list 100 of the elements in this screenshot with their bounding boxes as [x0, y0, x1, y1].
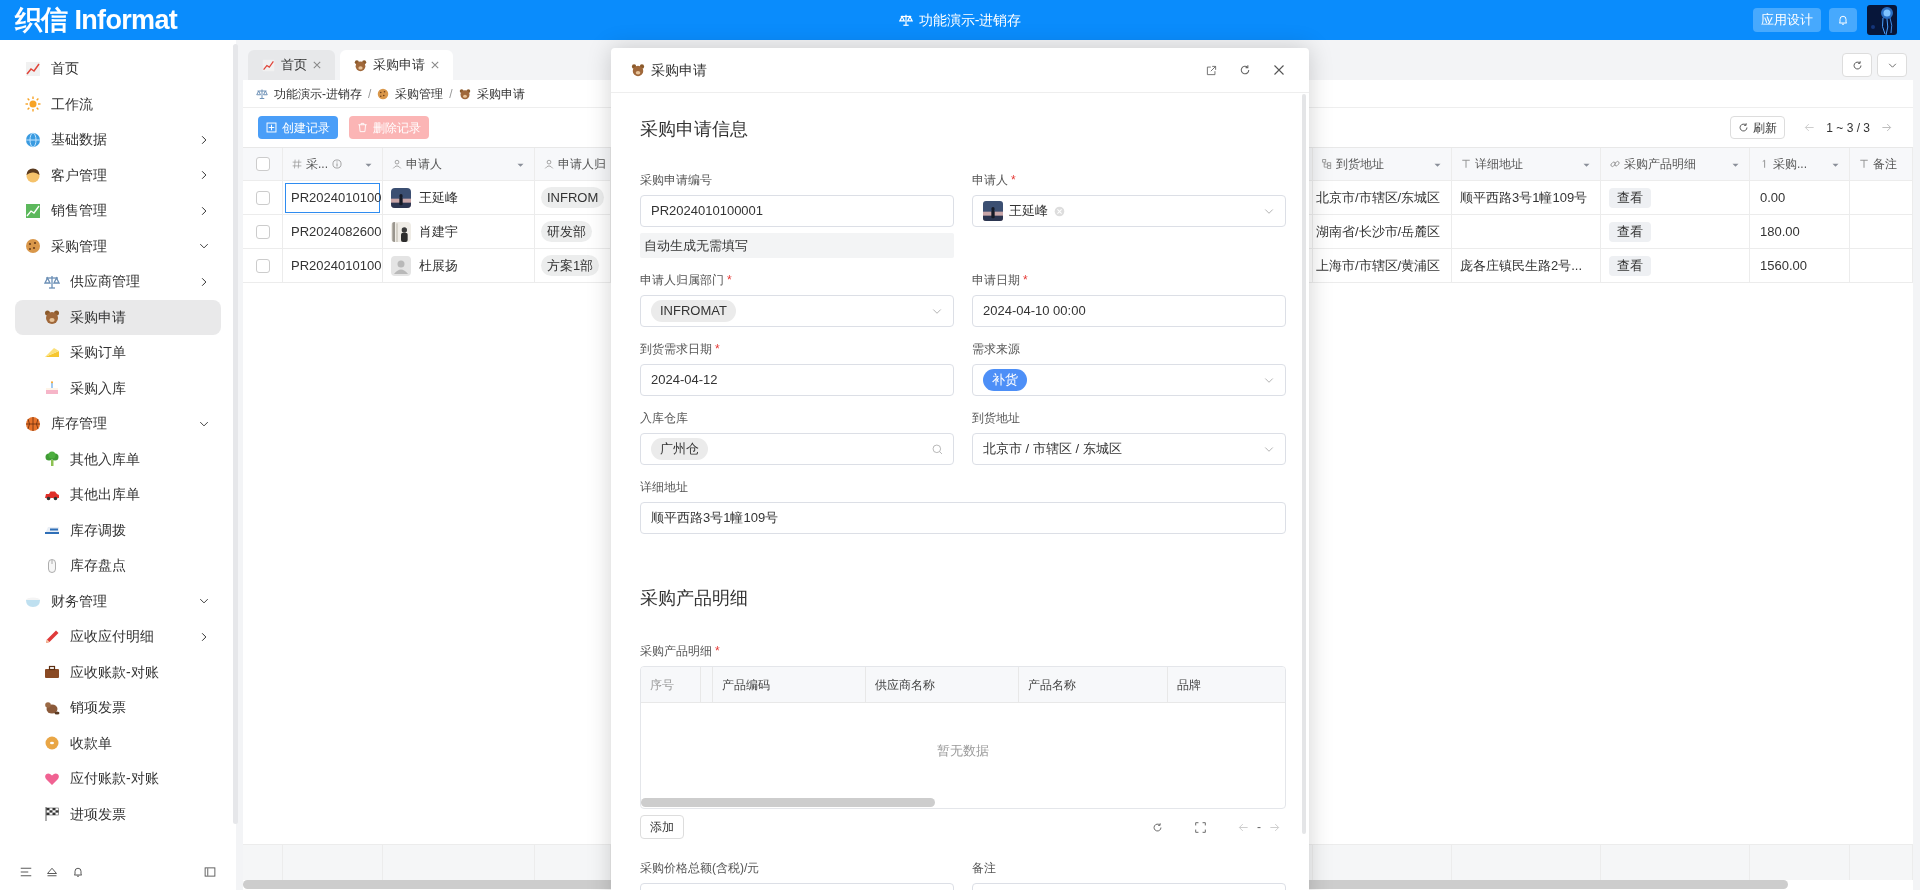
field-label: 入库仓库	[640, 410, 688, 427]
column-header[interactable]: 采...	[306, 155, 328, 173]
table-cell-text: 庞各庄镇民生路2号...	[1460, 256, 1583, 275]
breadcrumb-item[interactable]: 功能演示-进销存	[274, 84, 362, 103]
sidebar-item[interactable]: 客户管理	[15, 157, 221, 193]
sidebar-item-label: 采购订单	[70, 343, 127, 363]
arrow-right-icon[interactable]	[1881, 122, 1892, 133]
select-field[interactable]: 北京市 / 市辖区 / 东城区	[972, 433, 1286, 465]
sidebar-item[interactable]: 基础数据	[15, 122, 221, 158]
view-button[interactable]: 查看	[1609, 255, 1651, 276]
table-cell-text: 顺平西路3号1幢109号	[1460, 188, 1588, 207]
sidebar-item[interactable]: 采购入库	[15, 370, 221, 406]
sidebar-item[interactable]: 采购管理	[15, 228, 221, 264]
checkbox[interactable]	[255, 258, 270, 273]
chevron-right-icon	[199, 170, 209, 181]
breadcrumb-separator: /	[449, 85, 453, 103]
chevron-right-icon	[199, 276, 209, 287]
sidebar-item[interactable]: 销项发票	[15, 690, 221, 726]
tab[interactable]: 采购申请	[340, 50, 453, 80]
fullscreen-icon[interactable]	[1195, 821, 1206, 833]
field-label: 申请人归属部门	[640, 272, 724, 289]
column-header[interactable]: 申请人归	[558, 155, 606, 173]
column-header[interactable]: 备注	[1873, 155, 1897, 173]
eject-icon[interactable]	[46, 866, 58, 878]
checkbox[interactable]	[255, 224, 270, 239]
breadcrumb-item[interactable]: 采购管理	[395, 84, 444, 103]
sidebar-item-label: 库存管理	[51, 414, 108, 434]
sidebar-item[interactable]: 库存调拨	[15, 512, 221, 548]
refresh-button[interactable]: 刷新	[1730, 116, 1786, 139]
sidebar-item[interactable]: 收款单	[15, 725, 221, 761]
field-label: 申请人	[972, 172, 1008, 189]
column-header[interactable]: 详细地址	[1475, 155, 1523, 173]
select-field[interactable]: 广州仓	[640, 433, 954, 465]
arrow-left-icon[interactable]	[1238, 821, 1249, 833]
view-button[interactable]: 查看	[1609, 187, 1651, 208]
field-label: 需求来源	[972, 341, 1020, 358]
sidebar-item[interactable]: 财务管理	[15, 583, 221, 619]
arrow-left-icon[interactable]	[1804, 122, 1816, 133]
department-tag: 方案1部	[541, 254, 600, 277]
sidebar-item-label: 其他出库单	[70, 485, 141, 505]
sidebar-toggle-icon[interactable]	[204, 866, 216, 878]
input-field[interactable]: 顺平西路3号1幢109号	[640, 502, 1286, 534]
dropdown-button[interactable]	[1877, 53, 1907, 77]
view-button[interactable]: 查看	[1609, 221, 1651, 242]
select-field[interactable]: 王延峰	[972, 195, 1286, 227]
checkbox[interactable]	[255, 157, 270, 171]
checkbox[interactable]	[255, 190, 270, 205]
menu-icon[interactable]	[20, 866, 32, 878]
select-field[interactable]: INFROMAT	[640, 295, 954, 327]
scrollbar[interactable]	[233, 44, 238, 824]
tab-label: 采购申请	[373, 56, 425, 75]
pencil-icon	[44, 628, 60, 645]
column-header[interactable]: 产品编码	[722, 675, 770, 694]
sidebar-item[interactable]: 应付账款-对账	[15, 761, 221, 797]
arrow-right-icon[interactable]	[1269, 821, 1280, 833]
select-value: 北京市 / 市辖区 / 东城区	[983, 440, 1123, 459]
scrollbar[interactable]	[641, 798, 935, 807]
input-field[interactable]: 2024-04-12	[640, 364, 954, 396]
column-header[interactable]: 采购产品明细	[1624, 155, 1696, 173]
close-icon[interactable]	[431, 61, 439, 69]
add-button[interactable]: 添加	[640, 815, 684, 839]
text-icon	[1461, 159, 1471, 169]
column-header[interactable]: 产品名称	[1028, 675, 1076, 694]
sidebar-item-label: 采购入库	[70, 378, 127, 398]
notification-button[interactable]	[1829, 8, 1857, 32]
sidebar-item[interactable]: 应收应付明细	[15, 619, 221, 655]
breadcrumb-item[interactable]: 采购申请	[476, 84, 525, 103]
sidebar-item[interactable]: 工作流	[15, 86, 221, 122]
column-header[interactable]: 申请人	[406, 155, 442, 173]
input-field[interactable]: 2024-04-10 00:00	[972, 295, 1286, 327]
input-field[interactable]: PR2024010100001	[640, 195, 954, 227]
sidebar-item[interactable]: 其他出库单	[15, 477, 221, 513]
sidebar-item[interactable]: 供应商管理	[15, 264, 221, 300]
sidebar-item[interactable]: 采购订单	[15, 335, 221, 371]
column-header[interactable]: 供应商名称	[875, 675, 935, 694]
sidebar-item[interactable]: 其他入库单	[15, 441, 221, 477]
sidebar-item[interactable]: 库存管理	[15, 406, 221, 442]
external-link-icon[interactable]	[1206, 64, 1217, 76]
table-cell[interactable]: PR2024010100	[285, 250, 380, 281]
sidebar-item[interactable]: 库存盘点	[15, 548, 221, 584]
column-header[interactable]: 采购...	[1773, 155, 1807, 173]
sidebar-item-label: 应付账款-对账	[70, 769, 160, 789]
close-icon[interactable]	[1273, 64, 1285, 76]
sidebar-item[interactable]: 应收账款-对账	[15, 654, 221, 690]
sidebar-item[interactable]: 采购申请	[15, 299, 221, 335]
tab[interactable]: 首页	[248, 50, 335, 80]
refresh-icon[interactable]	[1239, 64, 1251, 76]
table-cell-text: 1560.00	[1760, 256, 1807, 275]
bell-icon[interactable]	[72, 866, 84, 878]
table-cell[interactable]: PR2024082600	[285, 216, 380, 247]
field-label: 申请日期	[972, 272, 1020, 289]
section-title: 采购产品明细	[640, 587, 749, 610]
column-header[interactable]: 到货地址	[1336, 155, 1384, 173]
sidebar-item-label: 销售管理	[51, 201, 108, 221]
refresh-icon[interactable]	[1152, 821, 1163, 833]
column-header[interactable]: 品牌	[1177, 675, 1201, 694]
sidebar-item[interactable]: 销售管理	[15, 193, 221, 229]
sidebar-item[interactable]: 首页	[15, 51, 221, 87]
sidebar-item[interactable]: 进项发票	[15, 796, 221, 832]
refresh-button[interactable]	[1842, 53, 1872, 77]
